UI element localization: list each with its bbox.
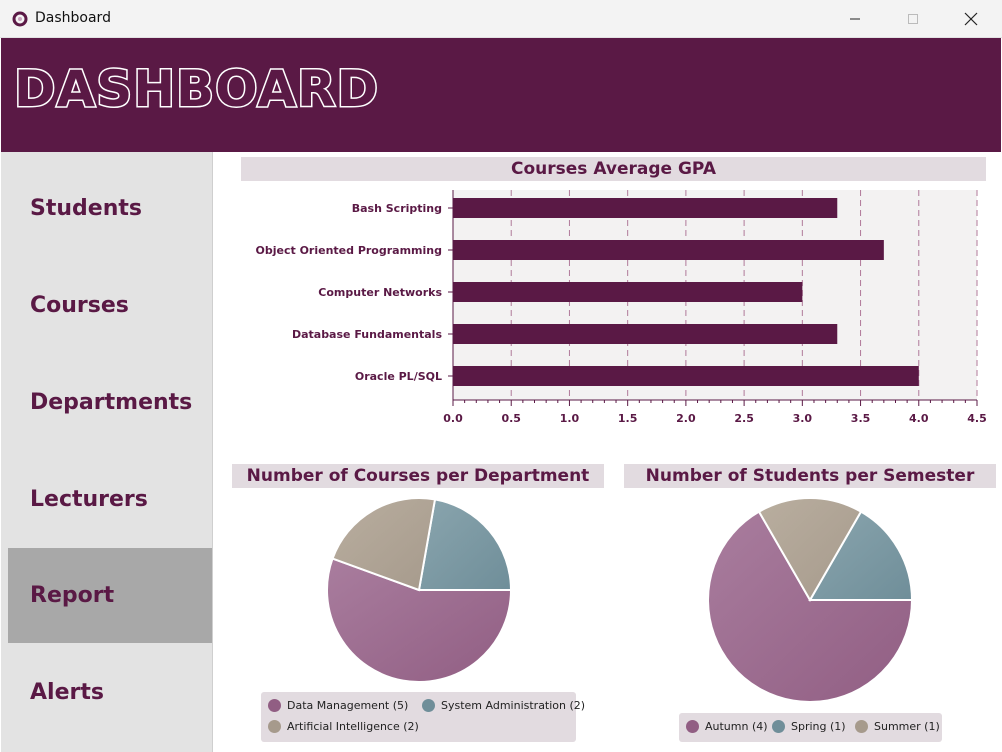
legend-swatch <box>772 720 785 733</box>
legend-item: System Administration (2) <box>422 699 585 712</box>
legend-label: Autumn (4) <box>705 720 768 733</box>
legend-swatch <box>268 699 281 712</box>
legend-item: Summer (1) <box>855 720 940 733</box>
legend-label: Spring (1) <box>791 720 846 733</box>
courses-pie-legend: Data Management (5) System Administratio… <box>261 692 585 742</box>
legend-label: Summer (1) <box>874 720 940 733</box>
legend-swatch <box>855 720 868 733</box>
legend-swatch <box>686 720 699 733</box>
students-pie-legend: Autumn (4) Spring (1) Summer (1) <box>679 713 942 742</box>
legend-item: Data Management (5) <box>268 699 408 712</box>
students-per-semester-pie <box>707 497 914 703</box>
legend-swatch <box>268 720 281 733</box>
legend-label: Artificial Intelligence (2) <box>287 720 419 733</box>
legend-swatch <box>422 699 435 712</box>
legend-item: Spring (1) <box>772 720 846 733</box>
legend-item: Autumn (4) <box>686 720 768 733</box>
legend-item: Artificial Intelligence (2) <box>268 720 419 733</box>
legend-label: System Administration (2) <box>441 699 586 712</box>
legend-label: Data Management (5) <box>287 699 409 712</box>
